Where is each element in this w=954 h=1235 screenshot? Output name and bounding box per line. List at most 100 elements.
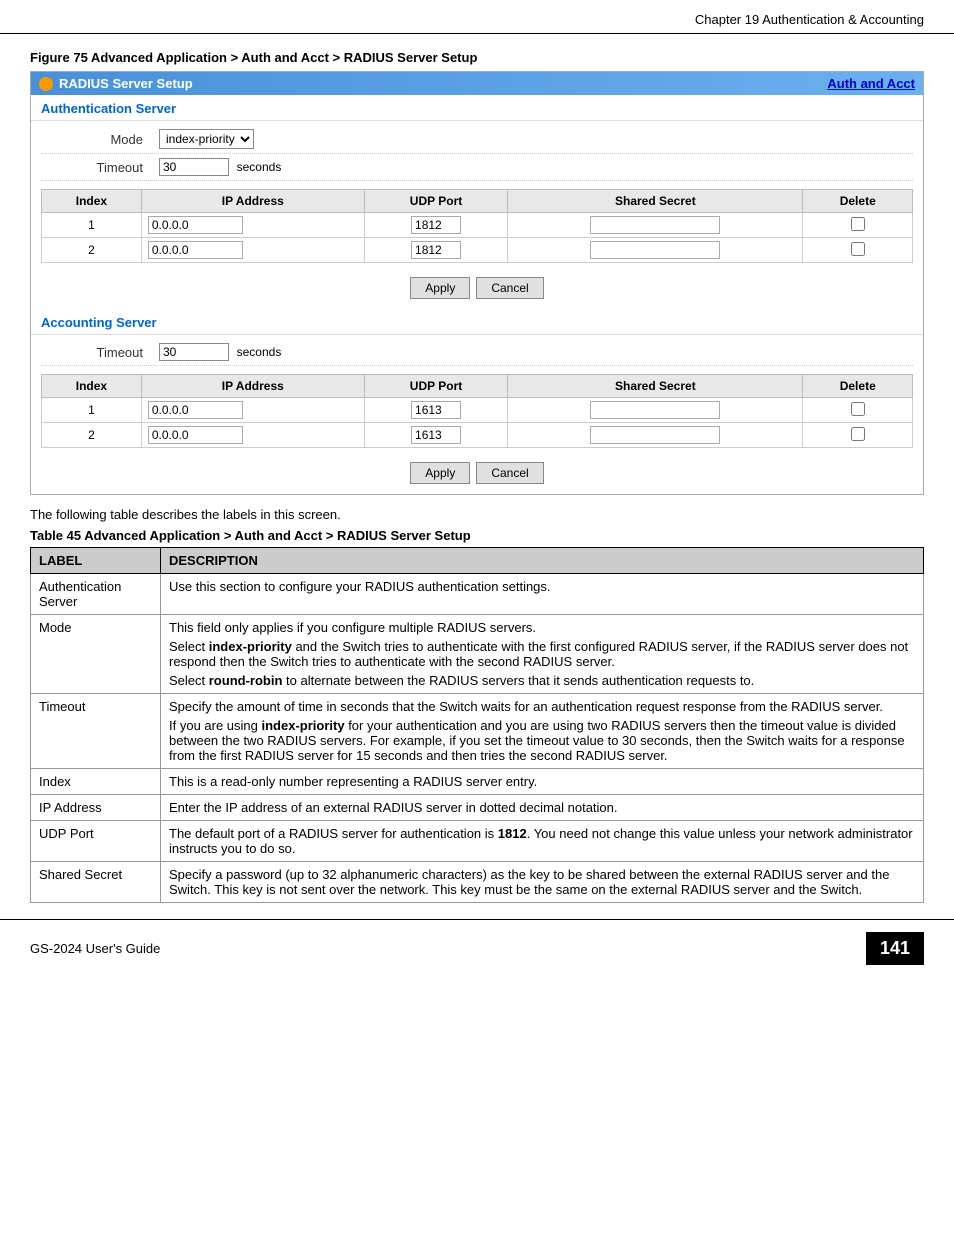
acct-row-2: 2	[42, 423, 913, 448]
acct-timeout-input[interactable]	[159, 343, 229, 361]
acct-apply-button[interactable]: Apply	[410, 462, 470, 484]
auth-port-1	[364, 213, 507, 238]
desc-col-label: LABEL	[31, 548, 161, 574]
panel-title-left: RADIUS Server Setup	[39, 76, 193, 91]
acct-delete-checkbox-2[interactable]	[851, 427, 865, 441]
auth-ip-1	[141, 213, 364, 238]
auth-index-2: 2	[42, 238, 142, 263]
acct-col-secret: Shared Secret	[508, 375, 803, 398]
table45-caption: Table 45 Advanced Application > Auth and…	[30, 528, 924, 543]
auth-index-1: 1	[42, 213, 142, 238]
acct-port-input-2[interactable]	[411, 426, 461, 444]
mode-label: Mode	[41, 125, 151, 154]
desc-desc-1: This field only applies if you configure…	[161, 615, 924, 694]
desc-desc-0: Use this section to configure your RADIU…	[161, 574, 924, 615]
acct-secret-input-2[interactable]	[590, 426, 720, 444]
auth-acct-link[interactable]: Auth and Acct	[827, 76, 915, 91]
auth-row-2: 2	[42, 238, 913, 263]
acct-seconds-label: seconds	[237, 345, 282, 359]
auth-apply-button[interactable]: Apply	[410, 277, 470, 299]
auth-ip-input-1[interactable]	[148, 216, 243, 234]
seconds-label: seconds	[237, 160, 282, 174]
acct-data-table: Index IP Address UDP Port Shared Secret …	[41, 374, 913, 448]
auth-port-input-2[interactable]	[411, 241, 461, 259]
chapter-title: Chapter 19 Authentication & Accounting	[695, 12, 924, 27]
acct-ip-1	[141, 398, 364, 423]
radius-title-bar: RADIUS Server Setup Auth and Acct	[31, 72, 923, 95]
acct-section-header: Accounting Server	[31, 309, 923, 335]
auth-btn-row: Apply Cancel	[31, 267, 923, 309]
auth-data-table: Index IP Address UDP Port Shared Secret …	[41, 189, 913, 263]
acct-ip-2	[141, 423, 364, 448]
col-secret: Shared Secret	[508, 190, 803, 213]
auth-delete-1	[803, 213, 913, 238]
radius-panel: RADIUS Server Setup Auth and Acct Authen…	[30, 71, 924, 495]
desc-row-1: ModeThis field only applies if you confi…	[31, 615, 924, 694]
auth-delete-2	[803, 238, 913, 263]
acct-delete-2	[803, 423, 913, 448]
acct-secret-input-1[interactable]	[590, 401, 720, 419]
desc-desc-2: Specify the amount of time in seconds th…	[161, 694, 924, 769]
desc-desc-3: This is a read-only number representing …	[161, 769, 924, 795]
auth-ip-2	[141, 238, 364, 263]
desc-table-header: LABEL DESCRIPTION	[31, 548, 924, 574]
auth-secret-2	[508, 238, 803, 263]
page-footer: GS-2024 User's Guide 141	[0, 919, 954, 977]
acct-index-1: 1	[42, 398, 142, 423]
auth-ip-input-2[interactable]	[148, 241, 243, 259]
title-icon	[39, 77, 53, 91]
acct-col-ip: IP Address	[141, 375, 364, 398]
auth-port-input-1[interactable]	[411, 216, 461, 234]
auth-secret-1	[508, 213, 803, 238]
col-ip: IP Address	[141, 190, 364, 213]
acct-delete-checkbox-1[interactable]	[851, 402, 865, 416]
acct-form-table: Timeout seconds	[41, 339, 913, 366]
desc-row-4: IP AddressEnter the IP address of an ext…	[31, 795, 924, 821]
acct-col-index: Index	[42, 375, 142, 398]
acct-ip-input-1[interactable]	[148, 401, 243, 419]
acct-secret-2	[508, 423, 803, 448]
page-header: Chapter 19 Authentication & Accounting	[0, 0, 954, 34]
acct-table-header-row: Index IP Address UDP Port Shared Secret …	[42, 375, 913, 398]
acct-port-1	[364, 398, 507, 423]
acct-index-2: 2	[42, 423, 142, 448]
guide-label: GS-2024 User's Guide	[30, 941, 160, 956]
timeout-row: Timeout seconds	[41, 154, 913, 181]
mode-row: Mode index-priority	[41, 125, 913, 154]
acct-port-input-1[interactable]	[411, 401, 461, 419]
desc-row-6: Shared SecretSpecify a password (up to 3…	[31, 862, 924, 903]
mode-value: index-priority	[151, 125, 913, 154]
acct-timeout-row: Timeout seconds	[41, 339, 913, 366]
auth-delete-checkbox-2[interactable]	[851, 242, 865, 256]
auth-cancel-button[interactable]: Cancel	[476, 277, 543, 299]
col-index: Index	[42, 190, 142, 213]
auth-timeout-input[interactable]	[159, 158, 229, 176]
auth-form-table: Mode index-priority Timeout seconds	[41, 125, 913, 181]
timeout-label: Timeout	[41, 154, 151, 181]
following-text: The following table describes the labels…	[30, 507, 924, 522]
desc-col-desc: DESCRIPTION	[161, 548, 924, 574]
acct-btn-row: Apply Cancel	[31, 452, 923, 494]
acct-cancel-button[interactable]: Cancel	[476, 462, 543, 484]
panel-title: RADIUS Server Setup	[59, 76, 193, 91]
desc-row-2: TimeoutSpecify the amount of time in sec…	[31, 694, 924, 769]
auth-delete-checkbox-1[interactable]	[851, 217, 865, 231]
auth-secret-input-1[interactable]	[590, 216, 720, 234]
timeout-value: seconds	[151, 154, 913, 181]
desc-desc-4: Enter the IP address of an external RADI…	[161, 795, 924, 821]
figure-caption: Figure 75 Advanced Application > Auth an…	[30, 50, 924, 65]
desc-label-5: UDP Port	[31, 821, 161, 862]
mode-select[interactable]: index-priority	[159, 129, 254, 149]
desc-row-5: UDP PortThe default port of a RADIUS ser…	[31, 821, 924, 862]
acct-secret-1	[508, 398, 803, 423]
desc-table: LABEL DESCRIPTION Authentication ServerU…	[30, 547, 924, 903]
page-number: 141	[866, 932, 924, 965]
auth-section-header: Authentication Server	[31, 95, 923, 121]
main-content: Figure 75 Advanced Application > Auth an…	[0, 50, 954, 903]
acct-col-delete: Delete	[803, 375, 913, 398]
auth-secret-input-2[interactable]	[590, 241, 720, 259]
col-delete: Delete	[803, 190, 913, 213]
desc-label-6: Shared Secret	[31, 862, 161, 903]
acct-delete-1	[803, 398, 913, 423]
acct-ip-input-2[interactable]	[148, 426, 243, 444]
